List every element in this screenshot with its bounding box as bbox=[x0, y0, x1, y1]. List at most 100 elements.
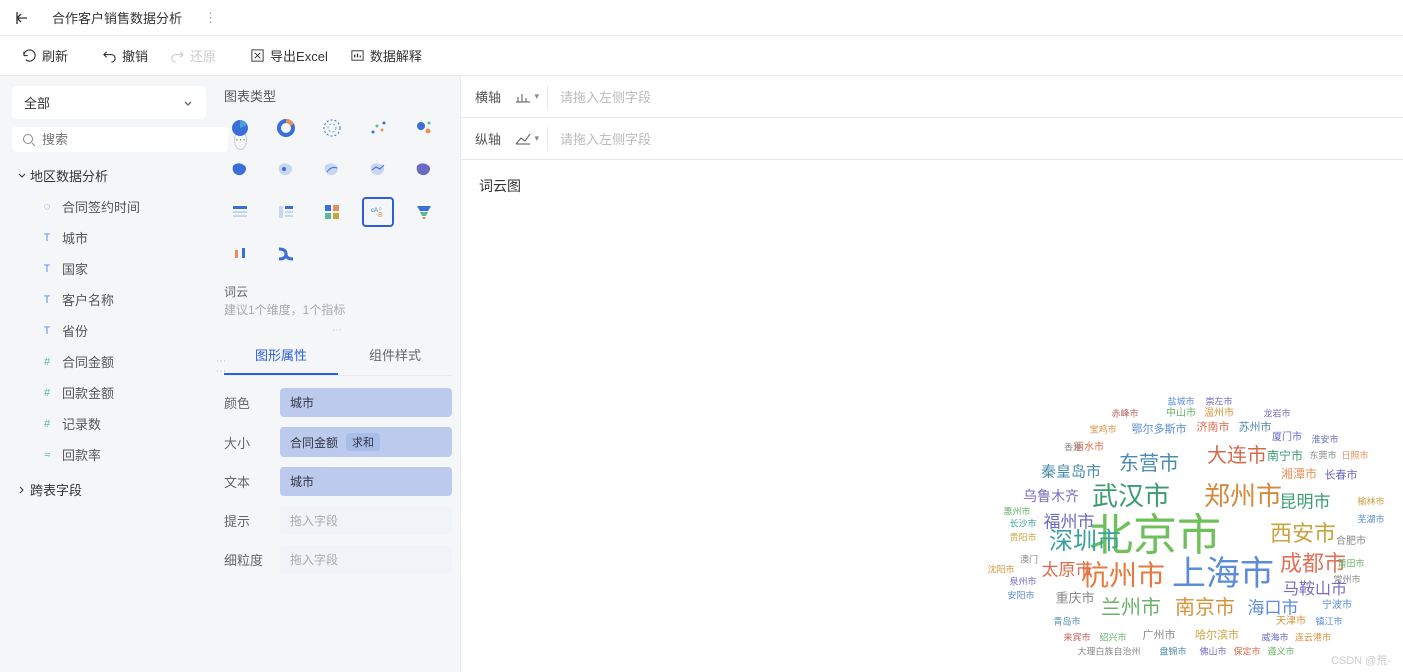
wordcloud-word[interactable]: 成都市 bbox=[1280, 553, 1346, 575]
wordcloud-word[interactable]: 长沙市 bbox=[1009, 520, 1036, 529]
export-button[interactable]: 导出Excel bbox=[242, 42, 336, 69]
field-text[interactable]: T省份 bbox=[12, 315, 206, 346]
vaxis-row[interactable]: 纵轴 ▾ 请拖入左侧字段 bbox=[461, 118, 1403, 160]
wordcloud-word[interactable]: 安阳市 bbox=[1007, 592, 1034, 601]
wordcloud-word[interactable]: 香港 bbox=[1064, 444, 1082, 453]
vaxis-icon[interactable] bbox=[514, 131, 532, 147]
redo-button[interactable]: 还原 bbox=[162, 42, 224, 69]
tab-style[interactable]: 组件样式 bbox=[338, 336, 452, 375]
wordcloud-word[interactable]: 遵义市 bbox=[1267, 648, 1294, 657]
wordcloud-word[interactable]: 沈阳市 bbox=[987, 566, 1014, 575]
wordcloud-word[interactable]: 东莞市 bbox=[1309, 452, 1336, 461]
chart-type-scatter[interactable] bbox=[362, 113, 394, 143]
prop-tip[interactable]: 提示 拖入字段 bbox=[224, 506, 452, 535]
wordcloud-word[interactable]: 乌鲁木齐 bbox=[1023, 489, 1079, 503]
wordcloud-word[interactable]: 昆明市 bbox=[1280, 494, 1331, 511]
prop-text[interactable]: 文本 城市 bbox=[224, 467, 452, 496]
chart-type-bubble[interactable] bbox=[408, 113, 440, 143]
field-text[interactable]: T国家 bbox=[12, 253, 206, 284]
haxis-icon[interactable] bbox=[514, 89, 532, 105]
field-calc[interactable]: ≈回款率 bbox=[12, 439, 206, 470]
chart-type-map[interactable] bbox=[224, 155, 256, 185]
explain-button[interactable]: 数据解释 bbox=[342, 42, 430, 69]
field-text[interactable]: T城市 bbox=[12, 222, 206, 253]
wordcloud-word[interactable]: 深圳市 bbox=[1049, 530, 1121, 554]
wordcloud-word[interactable]: 苏州市 bbox=[1239, 423, 1272, 434]
vaxis-dropzone[interactable]: 请拖入左侧字段 bbox=[548, 129, 1403, 148]
wordcloud-word[interactable]: 保定市 bbox=[1233, 648, 1260, 657]
wordcloud-word[interactable]: 赤峰市 bbox=[1111, 410, 1138, 419]
wordcloud-word[interactable]: 厦门市 bbox=[1272, 433, 1302, 443]
wordcloud-word[interactable]: 淮安市 bbox=[1311, 436, 1338, 445]
field-time[interactable]: ◌合同签约时间 bbox=[12, 191, 206, 222]
wordcloud-word[interactable]: 南宁市 bbox=[1267, 450, 1303, 462]
wordcloud-word[interactable]: 镇江市 bbox=[1315, 618, 1342, 627]
select-all-dropdown[interactable]: 全部 bbox=[12, 86, 206, 119]
chart-type-wordcloud[interactable]: cABD bbox=[362, 197, 394, 227]
prop-gran[interactable]: 细粒度 拖入字段 bbox=[224, 545, 452, 574]
chart-type-flowmap[interactable] bbox=[316, 155, 348, 185]
tree-group-header[interactable]: 跨表字段 bbox=[12, 474, 206, 505]
wordcloud-word[interactable]: 温州市 bbox=[1204, 409, 1234, 419]
chart-type-table[interactable] bbox=[224, 197, 256, 227]
chart-type-boxplot[interactable] bbox=[224, 239, 256, 269]
prop-color-value[interactable]: 城市 bbox=[280, 388, 452, 417]
search-input[interactable] bbox=[42, 132, 218, 147]
tab-props[interactable]: 图形属性 bbox=[224, 336, 338, 375]
wordcloud-word[interactable]: 泉州市 bbox=[1009, 578, 1036, 587]
field-num[interactable]: #回款金额 bbox=[12, 377, 206, 408]
chevron-down-icon[interactable]: ▾ bbox=[534, 91, 539, 102]
more-icon[interactable]: ⋮ bbox=[204, 10, 217, 26]
wordcloud-word[interactable]: 榆林市 bbox=[1357, 498, 1384, 507]
wordcloud-word[interactable]: 芜湖市 bbox=[1357, 516, 1384, 525]
chart-type-heatmap[interactable] bbox=[270, 155, 302, 185]
chart-type-funnel[interactable] bbox=[408, 197, 440, 227]
wordcloud-word[interactable]: 来宾市 bbox=[1063, 634, 1090, 643]
chart-type-matrix[interactable] bbox=[316, 197, 348, 227]
wordcloud-word[interactable]: 天津市 bbox=[1276, 617, 1306, 627]
chart-type-sankey[interactable] bbox=[270, 239, 302, 269]
wordcloud-word[interactable]: 南京市 bbox=[1175, 598, 1235, 618]
wordcloud-word[interactable]: 秦皇岛市 bbox=[1041, 465, 1101, 480]
wordcloud-word[interactable]: 盘锦市 bbox=[1159, 648, 1186, 657]
search-input-wrap[interactable] bbox=[12, 127, 228, 152]
wordcloud-word[interactable]: 广州市 bbox=[1143, 631, 1176, 642]
wordcloud-word[interactable]: 惠州市 bbox=[1003, 508, 1030, 517]
wordcloud-word[interactable]: 湘潭市 bbox=[1281, 468, 1317, 480]
wordcloud-word[interactable]: 崇左市 bbox=[1205, 398, 1232, 407]
prop-size-value[interactable]: 合同金额求和 bbox=[280, 427, 452, 457]
wordcloud-word[interactable]: 郑州市 bbox=[1204, 483, 1282, 509]
wordcloud-word[interactable]: 上海市 bbox=[1172, 557, 1274, 591]
haxis-row[interactable]: 横轴 ▾ 请拖入左侧字段 bbox=[461, 76, 1403, 118]
prop-tip-value[interactable]: 拖入字段 bbox=[280, 506, 452, 535]
chart-type-list[interactable] bbox=[270, 197, 302, 227]
prop-text-value[interactable]: 城市 bbox=[280, 467, 452, 496]
chart-type-rose[interactable] bbox=[316, 113, 348, 143]
wordcloud-word[interactable]: 连云港市 bbox=[1295, 634, 1331, 643]
chart-type-linemap[interactable] bbox=[362, 155, 394, 185]
wordcloud-word[interactable]: 太原市 bbox=[1042, 562, 1093, 579]
wordcloud-word[interactable]: 佛山市 bbox=[1199, 648, 1226, 657]
undo-button[interactable]: 撤销 bbox=[94, 42, 156, 69]
wordcloud-word[interactable]: 盐城市 bbox=[1167, 398, 1194, 407]
resize-dots-icon[interactable]: ⋯ bbox=[224, 325, 452, 336]
wordcloud-word[interactable]: 宁波市 bbox=[1322, 601, 1352, 611]
refresh-button[interactable]: 刷新 bbox=[14, 42, 76, 69]
wordcloud-word[interactable]: 中山市 bbox=[1166, 409, 1196, 419]
wordcloud-word[interactable]: 贵阳市 bbox=[1009, 534, 1036, 543]
prop-color[interactable]: 颜色 城市 bbox=[224, 388, 452, 417]
chart-type-donut[interactable] bbox=[270, 113, 302, 143]
chart-type-pie[interactable] bbox=[224, 113, 256, 143]
chevron-down-icon[interactable]: ▾ bbox=[534, 133, 539, 144]
wordcloud-word[interactable]: 莆田市 bbox=[1337, 560, 1364, 569]
wordcloud-word[interactable]: 大理白族自治州 bbox=[1077, 648, 1140, 657]
back-icon[interactable] bbox=[14, 10, 30, 26]
wordcloud-word[interactable]: 东营市 bbox=[1119, 454, 1179, 474]
field-text[interactable]: T客户名称 bbox=[12, 284, 206, 315]
wordcloud-word[interactable]: 宝鸡市 bbox=[1089, 426, 1116, 435]
field-num[interactable]: #记录数 bbox=[12, 408, 206, 439]
wordcloud-word[interactable]: 威海市 bbox=[1261, 634, 1288, 643]
wordcloud-word[interactable]: 杭州市 bbox=[1081, 562, 1165, 590]
wordcloud-word[interactable]: 重庆市 bbox=[1055, 592, 1094, 605]
wordcloud-word[interactable]: 青岛市 bbox=[1053, 618, 1080, 627]
